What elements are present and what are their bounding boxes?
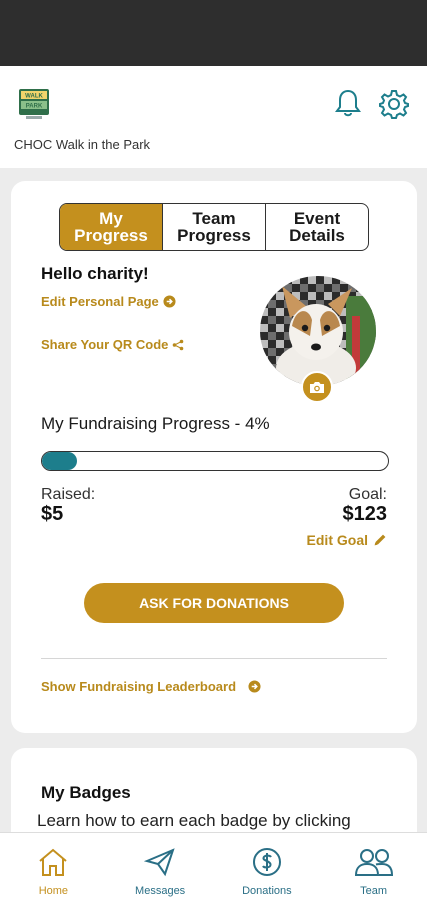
camera-icon (310, 381, 324, 393)
fundraising-progress-title: My Fundraising Progress - 4% (41, 414, 270, 433)
tab-bar: My Progress Team Progress Event Details (59, 203, 369, 251)
ask-for-donations-button[interactable]: ASK FOR DONATIONS (84, 583, 344, 623)
badges-title: My Badges (41, 783, 131, 802)
home-icon (39, 848, 68, 876)
share-qr-code-label: Share Your QR Code (41, 337, 169, 352)
tab-team-progress[interactable]: Team Progress (162, 204, 265, 250)
edit-personal-page-label: Edit Personal Page (41, 294, 159, 309)
choc-walk-logo: WALK PARK (19, 89, 49, 119)
bell-icon[interactable] (334, 88, 362, 118)
raised-amount: $5 (41, 503, 64, 525)
change-photo-button[interactable] (301, 371, 333, 403)
raised-label: Raised: (41, 486, 96, 503)
goal-amount: $123 (342, 503, 388, 525)
tab-my-progress[interactable]: My Progress (60, 204, 162, 250)
show-leaderboard-label: Show Fundraising Leaderboard (41, 679, 237, 694)
progress-card: My Progress Team Progress Event Details … (11, 181, 417, 733)
edit-goal-label: Edit Goal (306, 532, 368, 548)
dollar-circle-icon (252, 848, 281, 876)
nav-home-label: Home (38, 885, 69, 897)
greeting: Hello charity! (41, 264, 149, 283)
badges-description: Learn how to earn each badge by clicking (37, 811, 351, 830)
svg-text:WALK: WALK (25, 94, 43, 100)
status-bar (0, 0, 427, 66)
nav-team-label: Team (360, 885, 388, 897)
nav-donations-label: Donations (242, 885, 292, 897)
edit-personal-page-link[interactable]: Edit Personal Page (41, 294, 176, 309)
app-title: CHOC Walk in the Park (14, 137, 151, 152)
arrow-circle-right-icon (163, 295, 176, 308)
tab-event-details[interactable]: Event Details (265, 204, 368, 250)
profile-avatar (260, 276, 376, 386)
arrow-circle-right-icon (248, 680, 261, 693)
nav-team[interactable]: Team (320, 833, 427, 900)
gear-icon[interactable] (378, 88, 410, 120)
pencil-icon (374, 534, 386, 546)
share-qr-code-link[interactable]: Share Your QR Code (41, 337, 184, 352)
app-header: WALK PARK CHOC Walk in the Park (0, 66, 427, 168)
share-icon (173, 339, 184, 350)
show-leaderboard-link[interactable]: Show Fundraising Leaderboard (41, 679, 261, 694)
svg-text:PARK: PARK (26, 104, 43, 110)
nav-home[interactable]: Home (0, 833, 107, 900)
nav-messages[interactable]: Messages (107, 833, 214, 900)
progress-bar (41, 451, 389, 471)
bottom-nav: Home Messages Donations Team (0, 832, 427, 900)
edit-goal-link[interactable]: Edit Goal (307, 532, 387, 548)
divider (41, 658, 387, 659)
team-icon (354, 849, 393, 876)
progress-bar-fill (42, 452, 77, 470)
goal-label: Goal: (348, 486, 387, 503)
nav-donations[interactable]: Donations (214, 833, 321, 900)
paper-plane-icon (144, 848, 175, 877)
nav-messages-label: Messages (135, 885, 186, 897)
